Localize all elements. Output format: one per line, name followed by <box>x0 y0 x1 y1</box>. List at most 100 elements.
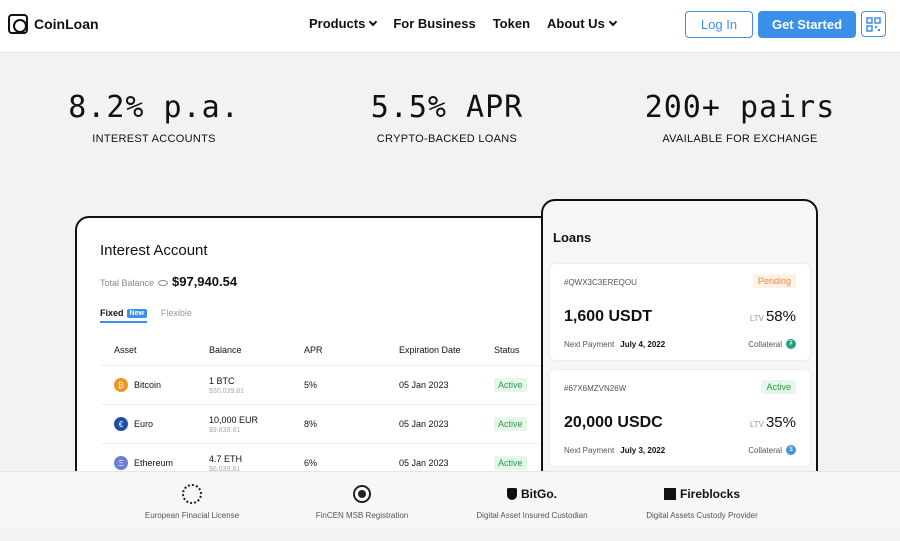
loan-amount: 20,000 USDC <box>564 414 663 431</box>
apr-cell: 8% <box>304 419 318 429</box>
tether-icon: ₮ <box>786 339 796 349</box>
bitgo-shield-icon <box>507 488 517 500</box>
status-badge: Pending <box>752 274 796 288</box>
loan-card[interactable]: #QWX3C3EREQOU Pending 1,600 USDT LTV 58% … <box>549 263 811 361</box>
bitcoin-icon: ₿ <box>114 378 128 392</box>
stat-value: 200+ pairs <box>644 90 836 125</box>
badge-label: European Finacial License <box>144 511 240 520</box>
badge-label: Digital Assets Custody Provider <box>646 511 758 520</box>
balance-cell: 1 BTC $30,039.81 <box>209 376 304 395</box>
qr-code-button[interactable] <box>861 11 886 37</box>
balance-amount: 4.7 ETH <box>209 453 243 464</box>
stat-interest: 8.2% p.a. INTEREST ACCOUNTS <box>24 90 284 145</box>
tab-fixed[interactable]: Fixed New <box>100 308 147 323</box>
balance-amount: 10,000 EUR <box>209 414 259 425</box>
trust-badges-strip: European Finacial License FinCEN MSB Reg… <box>0 471 900 529</box>
asset-name: Euro <box>134 419 154 429</box>
ltv-percent: 35% <box>765 414 796 431</box>
asset-cell: € Euro <box>114 417 209 431</box>
get-started-button[interactable]: Get Started <box>758 11 856 38</box>
expiration-cell: 05 Jan 2023 <box>399 458 449 468</box>
balance-fiat: $9,839.81 <box>209 426 241 434</box>
next-payment-date: July 4, 2022 <box>620 340 666 349</box>
column-header: Expiration Date <box>399 344 461 355</box>
status-badge: Active <box>761 380 796 394</box>
stat-label: CRYPTO-BACKED LOANS <box>376 133 518 145</box>
ltv-value: LTV 58% <box>750 308 796 325</box>
collateral: Collateral ₮ <box>748 339 796 349</box>
eu-stars-icon <box>182 484 202 504</box>
next-payment: Next Payment July 4, 2022 <box>564 340 665 349</box>
fireblocks-logo-text: Fireblocks <box>679 487 741 501</box>
badge-eu-license: European Finacial License <box>102 484 282 520</box>
status-badge: Active <box>494 456 527 470</box>
login-button[interactable]: Log In <box>685 11 753 38</box>
badge-label: FinCEN MSB Registration <box>315 511 409 520</box>
qr-code-icon <box>866 16 881 32</box>
loan-card[interactable]: #67X6MZVN26W Active 20,000 USDC LTV 35% N… <box>549 369 811 467</box>
loan-id: #QWX3C3EREQOU <box>564 278 637 287</box>
stat-label: INTEREST ACCOUNTS <box>92 133 216 145</box>
table-row[interactable]: ₿ Bitcoin 1 BTC $30,039.81 5% 05 Jan 202… <box>100 366 550 405</box>
balance-cell: 10,000 EUR $9,839.81 <box>209 415 304 434</box>
badge-label: Digital Asset Insured Custodian <box>476 511 588 520</box>
balance-amount: 1 BTC <box>209 375 235 386</box>
tab-label: Fixed <box>100 308 124 318</box>
apr-cell: 6% <box>304 458 318 468</box>
account-tabs: Fixed New Flexible <box>100 308 192 323</box>
stat-value: 5.5% APR <box>370 90 524 125</box>
next-payment-label: Next Payment <box>564 446 615 455</box>
collateral: Collateral $ <box>748 445 796 455</box>
stat-loans: 5.5% APR CRYPTO-BACKED LOANS <box>317 90 577 145</box>
total-balance-value: $97,940.54 <box>172 274 238 289</box>
asset-cell: ₿ Bitcoin <box>114 378 209 392</box>
new-badge: New <box>126 308 147 318</box>
chevron-down-icon <box>369 17 378 26</box>
column-header: Asset <box>114 344 137 355</box>
ltv-value: LTV 35% <box>750 414 796 431</box>
nav-label: Token <box>492 16 531 31</box>
badge-fireblocks: Fireblocks Digital Assets Custody Provid… <box>612 484 792 520</box>
euro-icon: € <box>114 417 128 431</box>
nav-label: Products <box>309 16 366 31</box>
table-header: Asset Balance APR Expiration Date Status <box>100 334 550 366</box>
next-payment: Next Payment July 3, 2022 <box>564 446 665 455</box>
loans-phone-mockup: Loans #QWX3C3EREQOU Pending 1,600 USDT L… <box>541 199 818 499</box>
loan-amount: 1,600 USDT <box>564 308 653 325</box>
nav-label: About Us <box>547 16 605 31</box>
loans-title: Loans <box>553 230 592 245</box>
ethereum-icon: Ξ <box>114 456 128 470</box>
table-row[interactable]: € Euro 10,000 EUR $9,839.81 8% 05 Jan 20… <box>100 405 550 444</box>
tab-flexible[interactable]: Flexible <box>161 308 192 323</box>
main-nav: Products For Business Token About Us <box>309 16 618 31</box>
column-header: APR <box>304 344 323 355</box>
balance-cell: 4.7 ETH $6,039.81 <box>209 454 304 473</box>
stat-label: AVAILABLE FOR EXCHANGE <box>662 133 818 145</box>
usdc-icon: $ <box>786 445 796 455</box>
nav-about-us[interactable]: About Us <box>547 16 618 31</box>
fincen-seal-icon <box>353 485 371 503</box>
nav-token[interactable]: Token <box>493 16 530 31</box>
stat-exchange: 200+ pairs AVAILABLE FOR EXCHANGE <box>610 90 870 145</box>
brand-logo[interactable]: CoinLoan <box>8 14 99 34</box>
status-badge: Active <box>494 378 527 392</box>
asset-cell: Ξ Ethereum <box>114 456 209 470</box>
bitgo-logo-text: BitGo. <box>521 487 557 501</box>
next-payment-date: July 3, 2022 <box>620 446 666 455</box>
nav-for-business[interactable]: For Business <box>393 16 475 31</box>
nav-products[interactable]: Products <box>309 16 378 31</box>
column-header: Balance <box>209 344 242 355</box>
ltv-label: LTV <box>749 420 764 429</box>
stat-value: 8.2% p.a. <box>68 90 240 125</box>
total-balance-label: Total Balance <box>100 278 169 288</box>
interest-account-card: Interest Account Total Balance $97,940.5… <box>75 216 595 486</box>
asset-name: Bitcoin <box>134 380 162 390</box>
expiration-cell: 05 Jan 2023 <box>399 419 449 429</box>
asset-name: Ethereum <box>134 458 174 468</box>
ltv-percent: 58% <box>765 308 796 325</box>
next-payment-label: Next Payment <box>564 340 615 349</box>
status-badge: Active <box>494 417 527 431</box>
badge-bitgo: BitGo. Digital Asset Insured Custodian <box>442 484 622 520</box>
eye-icon[interactable] <box>158 280 169 286</box>
assets-table: Asset Balance APR Expiration Date Status… <box>100 334 550 483</box>
